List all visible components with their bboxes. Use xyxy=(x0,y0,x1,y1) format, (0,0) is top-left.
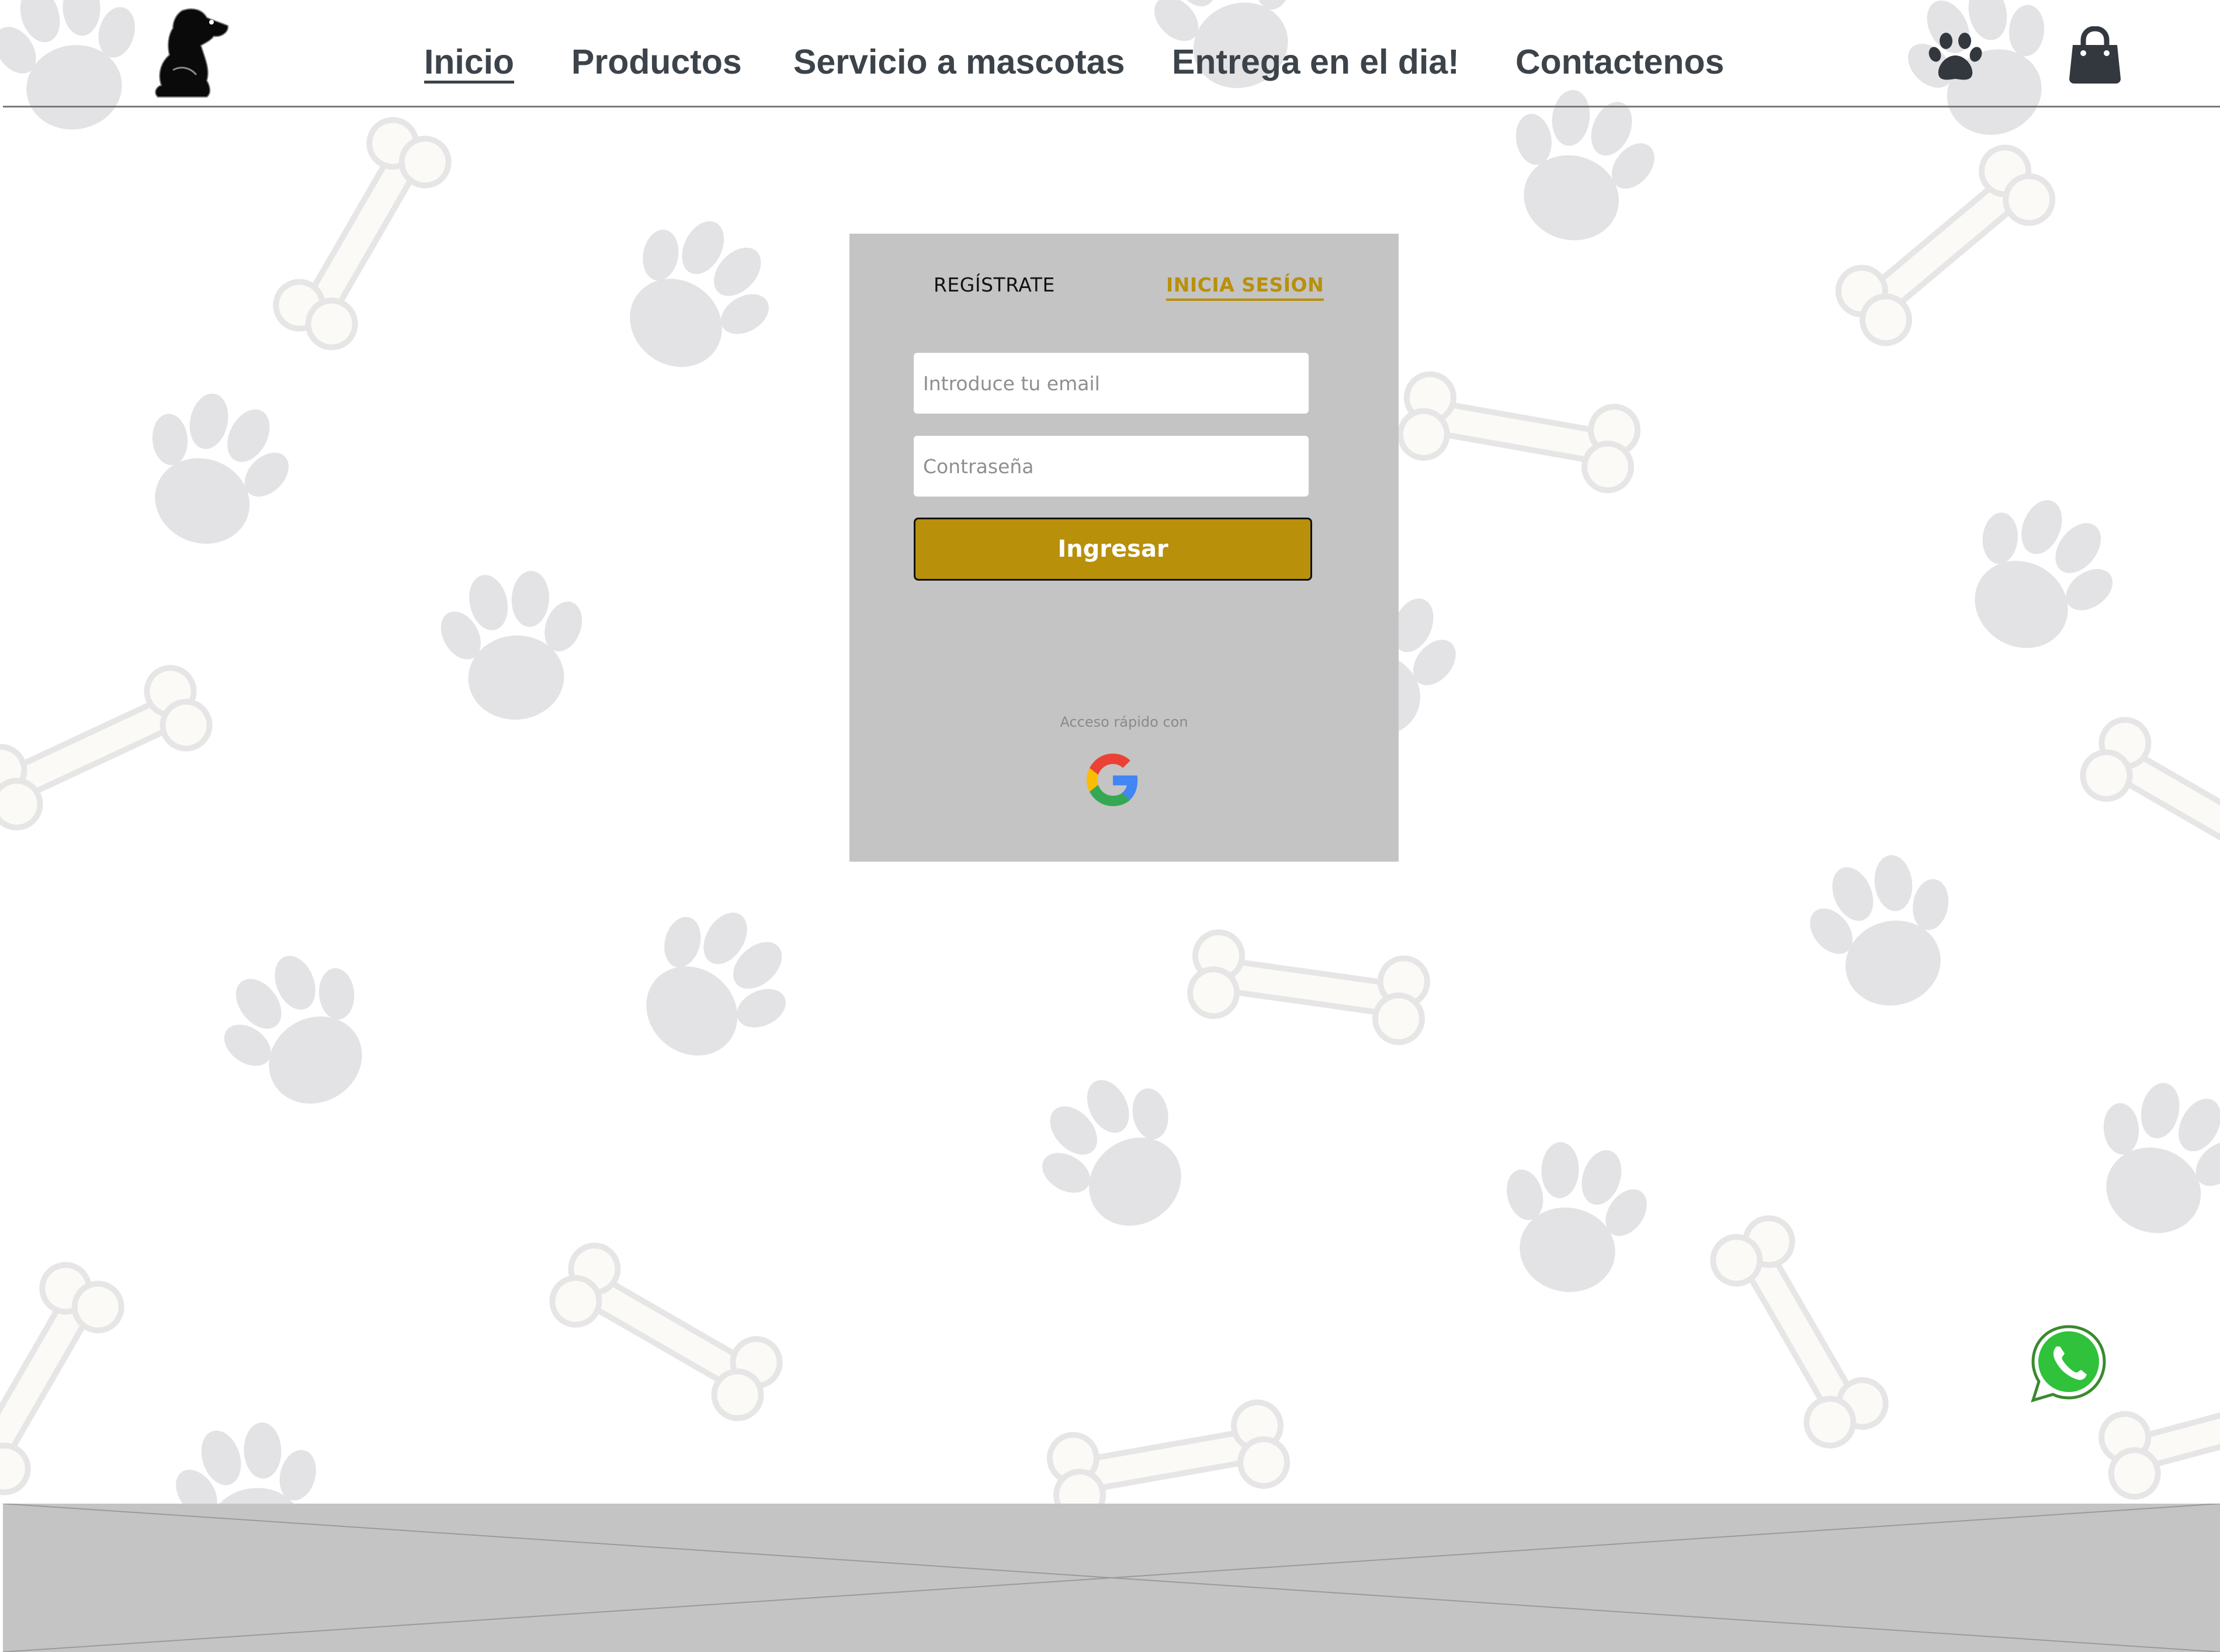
shopping-bag-icon[interactable] xyxy=(2067,26,2123,85)
quick-access-label: Acceso rápido con xyxy=(1060,714,1188,730)
email-field[interactable] xyxy=(914,353,1309,414)
tab-register[interactable]: REGÍSTRATE xyxy=(934,273,1055,296)
tab-login[interactable]: INICIA SESÍON xyxy=(1166,273,1324,301)
login-submit-button[interactable]: Ingresar xyxy=(914,518,1312,581)
google-icon[interactable] xyxy=(1087,754,1139,806)
header-divider xyxy=(3,106,2220,107)
dog-logo-icon[interactable] xyxy=(146,5,234,98)
nav-item-entrega-dia[interactable]: Entrega en el dia! xyxy=(1172,42,1459,82)
nav-item-productos[interactable]: Productos xyxy=(571,42,742,82)
nav-item-inicio[interactable]: Inicio xyxy=(424,42,514,82)
footer-placeholder xyxy=(3,1504,2220,1652)
top-navigation-bar: Inicio Productos Servicio a mascotas Ent… xyxy=(0,0,2220,107)
footer-placeholder-cross xyxy=(3,1504,2220,1652)
password-field[interactable] xyxy=(914,436,1309,497)
login-card: REGÍSTRATE INICIA SESÍON Ingresar Acceso… xyxy=(849,234,1399,862)
nav-item-servicio-mascotas[interactable]: Servicio a mascotas xyxy=(793,42,1125,82)
whatsapp-icon[interactable] xyxy=(2028,1323,2109,1404)
nav-item-contactenos[interactable]: Contactenos xyxy=(1515,42,1724,82)
paw-icon[interactable] xyxy=(1928,32,1983,84)
